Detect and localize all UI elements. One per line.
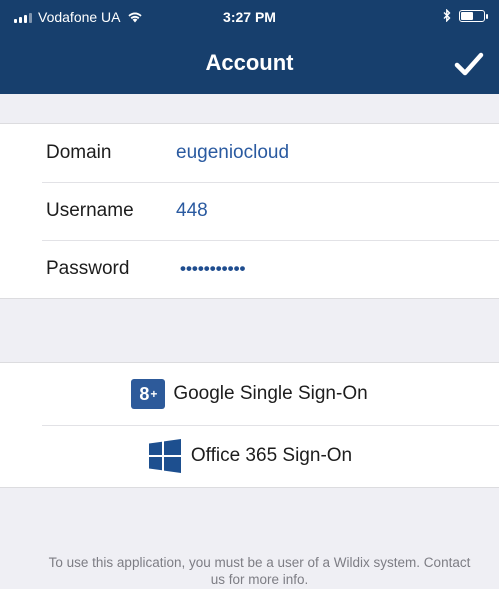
checkmark-icon bbox=[454, 52, 484, 76]
username-field[interactable]: 448 bbox=[176, 200, 208, 222]
done-button[interactable] bbox=[449, 44, 489, 84]
footer-note: To use this application, you must be a u… bbox=[48, 555, 471, 587]
google-sso-button[interactable]: 8 + Google Single Sign-On bbox=[0, 363, 499, 425]
sso-options: 8 + Google Single Sign-On Office 365 Sign… bbox=[0, 362, 499, 488]
domain-row[interactable]: Domain eugeniocloud bbox=[0, 124, 499, 182]
office365-sso-button[interactable]: Office 365 Sign-On bbox=[0, 425, 499, 487]
status-bar: Vodafone UA 3:27 PM bbox=[0, 0, 499, 34]
username-row[interactable]: Username 448 bbox=[0, 182, 499, 240]
google-plus-icon-text: 8 bbox=[139, 383, 150, 404]
windows-icon bbox=[148, 439, 181, 473]
office365-sso-label: Office 365 Sign-On bbox=[190, 445, 353, 466]
status-right bbox=[443, 9, 488, 22]
bluetooth-icon bbox=[443, 9, 451, 22]
top-bar: Vodafone UA 3:27 PM Account bbox=[0, 0, 499, 94]
password-field[interactable]: ••••••••••• bbox=[180, 259, 245, 279]
status-time: 3:27 PM bbox=[223, 9, 276, 25]
battery-icon bbox=[459, 9, 488, 22]
domain-field[interactable]: eugeniocloud bbox=[176, 142, 289, 164]
username-label: Username bbox=[46, 200, 134, 221]
navigation-bar: Account bbox=[0, 34, 499, 94]
google-plus-icon: 8 + bbox=[131, 379, 166, 409]
page-title: Account bbox=[205, 50, 294, 75]
account-form: Domain eugeniocloud Username 448 Passwor… bbox=[0, 123, 499, 299]
domain-label: Domain bbox=[46, 142, 112, 163]
google-sso-label: Google Single Sign-On bbox=[173, 383, 368, 404]
password-row[interactable]: Password ••••••••••• bbox=[0, 240, 499, 298]
password-label: Password bbox=[46, 258, 130, 279]
